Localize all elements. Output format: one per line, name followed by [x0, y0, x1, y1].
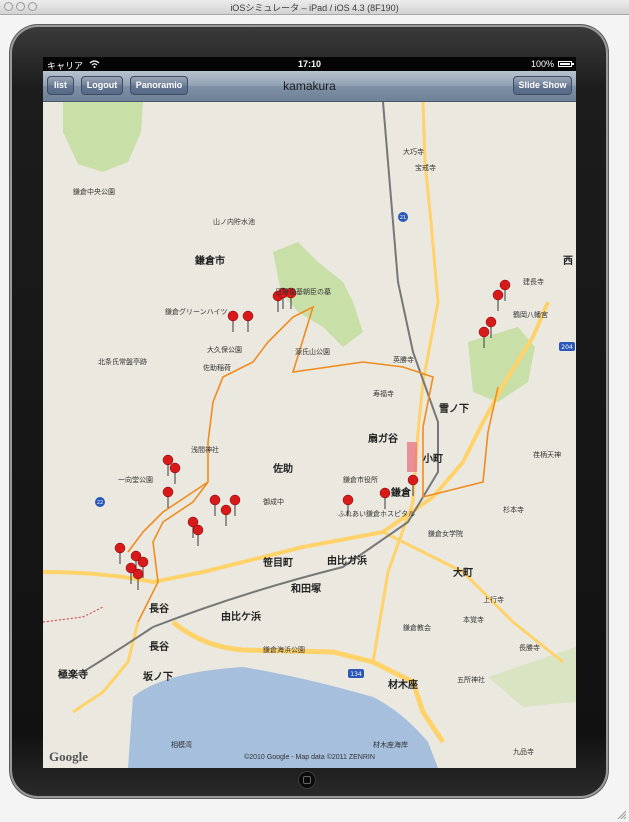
label-kamakura-kyokai: 鎌倉教会: [403, 623, 431, 632]
label-omachi: 大町: [453, 566, 473, 579]
label-genjiyama: 源氏山公園: [295, 347, 330, 356]
label-hongakuji: 本覚寺: [463, 615, 484, 624]
page-title: kamakura: [283, 79, 336, 93]
label-komachi: 小町: [422, 452, 443, 465]
label-hase-station: 長谷: [149, 640, 170, 653]
label-green-heights: 鎌倉グリーンハイツ: [165, 307, 228, 316]
label-jufukuji: 寿福寺: [373, 389, 394, 398]
label-sugimoto: 杉本寺: [503, 505, 524, 514]
label-jogyoji: 上行寺: [483, 595, 504, 604]
navigation-bar: list Logout Panoramio kamakura Slide Sho…: [43, 71, 576, 102]
label-senjin-park: 一向堂公園: [118, 475, 153, 484]
route-134-label: 134: [350, 671, 362, 678]
label-fureai: ふれあい鎌倉ホスピタル: [338, 509, 415, 518]
label-egara: 荏柄天神: [533, 450, 561, 459]
label-sasukegayatsu: 佐助稲荷: [203, 363, 231, 372]
map-copyright: ©2010 Google - Map data ©2011 ZENRIN: [244, 754, 375, 761]
label-daigyoji: 大巧寺: [403, 147, 424, 156]
home-square-icon: [303, 776, 311, 784]
label-hino: 日野俊基朝臣の墓: [275, 287, 331, 296]
label-zaimokuza-beach: 材木座海岸: [373, 740, 408, 749]
label-chokaji: 長勝寺: [519, 643, 540, 652]
label-hase: 長谷: [149, 602, 170, 615]
label-kamakura-station: 鎌倉: [390, 486, 412, 499]
label-yuigahama-station: 由比ケ浜: [221, 610, 261, 623]
label-sakanoshita: 坂ノ下: [143, 670, 173, 683]
label-kenchoji: 建長寺: [523, 277, 544, 286]
label-central-park: 鎌倉中央公園: [73, 187, 115, 196]
label-okubo-park: 大久保公園: [207, 345, 242, 354]
label-eishoji: 英勝寺: [393, 355, 414, 364]
label-yukinoshita: 雪ノ下: [439, 403, 469, 415]
label-misei: 御成中: [263, 497, 284, 506]
window-titlebar: iOSシミュレータ – iPad / iOS 4.3 (8F190): [0, 0, 629, 15]
label-wadazuka: 和田塚: [290, 582, 321, 595]
label-jogakuin: 鎌倉女学院: [428, 529, 463, 538]
label-gosho-jinja: 五所神社: [457, 675, 485, 684]
route-204-label: 204: [561, 344, 573, 351]
battery-percent: 100%: [530, 59, 554, 69]
label-gokurakuji: 極楽寺: [58, 668, 88, 681]
map-view[interactable]: 鎌倉中央公園 山ノ内貯水池 鎌倉市 日野俊基朝臣の墓 鎌倉グリーンハイツ 大久保…: [43, 102, 576, 768]
label-zaimokuza: 材木座: [388, 678, 418, 691]
label-yuigahama: 由比ガ浜: [327, 554, 367, 567]
label-oogigayatsu: 扇ガ谷: [368, 432, 399, 445]
home-button[interactable]: [298, 771, 316, 789]
route-134-shield: 134: [348, 669, 364, 678]
label-sasamecho: 笹目町: [263, 556, 293, 569]
status-bar: キャリア 17:10 100%: [43, 57, 576, 71]
status-clock: 17:10: [297, 59, 322, 69]
route-21-label: 21: [400, 215, 406, 221]
label-nishi: 西: [563, 255, 573, 267]
resize-grip-icon[interactable]: [616, 809, 626, 819]
route-204-shield: 204: [559, 342, 575, 351]
route-21-shield: 21: [398, 212, 408, 222]
label-kaihin-park: 鎌倉海浜公園: [263, 645, 305, 654]
route-22-shield: 22: [95, 497, 105, 507]
label-hokaiji: 宝戒寺: [415, 163, 436, 172]
label-pond: 山ノ内貯水池: [213, 217, 255, 226]
label-hokodo: 北条氏常盤亭跡: [98, 357, 147, 366]
battery-icon: [558, 61, 574, 67]
route-22-label: 22: [97, 500, 103, 506]
label-tsurugaoka: 鶴岡八幡宮: [513, 310, 548, 319]
label-sagami: 相模湾: [171, 740, 192, 749]
label-city-hall: 鎌倉市役所: [343, 475, 378, 484]
slide-show-button[interactable]: Slide Show: [513, 76, 572, 95]
label-kamakura-city: 鎌倉市: [194, 254, 225, 267]
window-title: iOSシミュレータ – iPad / iOS 4.3 (8F190): [230, 3, 399, 13]
label-asama: 浅間神社: [191, 445, 219, 454]
label-sasuke: 佐助: [272, 462, 293, 475]
kamakura-station-platform: [407, 442, 417, 472]
ipad-screen: キャリア 17:10 100% list Logout Panoramio ka…: [43, 57, 576, 768]
